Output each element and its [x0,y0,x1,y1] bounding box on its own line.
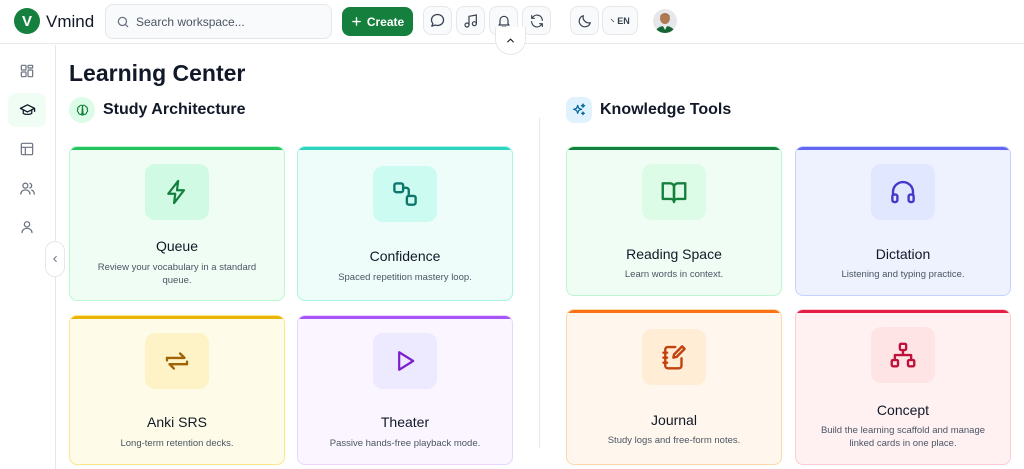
card-icon-tile [145,164,209,220]
headphones-icon [891,180,915,204]
refresh-icon [530,14,543,27]
graduation-cap-icon [19,103,35,115]
chat-icon [430,13,445,27]
card-title: Queue [155,238,199,254]
translate-icon [610,18,615,23]
card-description: Long-term retention decks. [120,438,234,449]
card-accent-bar [70,147,284,150]
card-description: Passive hands-free playback mode. [329,438,481,449]
card-title: Anki SRS [147,414,207,430]
chat-button[interactable] [423,6,452,35]
card-confidence[interactable]: Confidence Spaced repetition mastery loo… [297,146,513,301]
moon-icon [578,14,591,27]
sidebar-item-tables[interactable] [8,132,46,166]
card-anki-srs[interactable]: Anki SRS Long-term retention decks. [69,315,285,465]
search-icon [117,16,129,28]
card-icon-tile [871,327,935,383]
card-title: Confidence [369,248,441,264]
card-accent-bar [796,147,1010,150]
section-title-knowledge: Knowledge Tools [600,101,732,118]
brain-icon [76,104,88,116]
card-title: Concept [876,402,930,418]
card-title: Journal [651,412,697,428]
lightning-icon [167,179,186,205]
language-label: EN [617,15,630,26]
dashboard-icon [20,64,34,78]
user-icon [21,221,33,234]
chevron-left-icon [53,255,57,263]
section-header-study: Study Architecture [69,97,246,123]
card-description: Review your vocabulary in a standard que… [97,262,257,286]
section-icon-wrap [69,97,95,123]
theme-toggle-button[interactable] [570,6,599,35]
card-title: Theater [380,414,430,430]
card-icon-tile [642,164,706,220]
card-description: Study logs and free-form notes. [607,435,741,446]
sync-button[interactable] [522,6,551,35]
card-description: Listening and typing practice. [841,269,965,280]
card-icon-tile [871,164,935,220]
sidebar-item-community[interactable] [8,171,46,205]
section-icon-wrap [566,97,592,123]
card-journal[interactable]: Journal Study logs and free-form notes. [566,309,782,465]
section-header-knowledge: Knowledge Tools [566,97,731,123]
notebook-pen-icon [662,345,686,370]
card-reading-space[interactable]: Reading Space Learn words in context. [566,146,782,296]
section-title-study: Study Architecture [103,101,246,118]
sparkles-icon [573,103,586,116]
sidebar-collapse-button[interactable] [45,241,65,277]
card-accent-bar [567,310,781,313]
page-title: Learning Center [69,60,246,86]
card-theater[interactable]: Theater Passive hands-free playback mode… [297,315,513,465]
search-input[interactable] [136,11,321,33]
collapse-header-button[interactable] [495,27,526,55]
create-button[interactable]: Create [342,7,413,36]
app-name: Vmind [46,12,95,31]
card-icon-tile [373,333,437,389]
avatar[interactable] [653,9,677,33]
card-description: Build the learning scaffold and manage l… [820,425,986,449]
card-accent-bar [70,316,284,319]
card-icon-tile [642,329,706,385]
top-bar: V Vmind Create EN [0,0,1024,55]
users-icon [19,182,35,195]
logo-badge[interactable]: V [14,8,40,34]
music-button[interactable] [456,6,485,35]
card-concept[interactable]: Concept Build the learning scaffold and … [795,309,1011,465]
sitemap-icon [890,342,916,368]
card-dictation[interactable]: Dictation Listening and typing practice. [795,146,1011,296]
section-divider [539,118,540,448]
card-accent-bar [567,147,781,150]
open-book-icon [661,182,687,204]
search-box[interactable] [105,4,332,39]
sidebar-item-dashboard[interactable] [8,54,46,88]
sidebar-item-profile[interactable] [8,210,46,244]
music-icon [463,13,477,28]
play-icon [398,351,415,371]
card-description: Spaced repetition mastery loop. [338,272,472,283]
card-accent-bar [298,316,512,319]
chevron-up-icon [507,38,514,43]
swap-arrows-icon [165,352,189,370]
create-button-label: Create [366,14,405,29]
card-accent-bar [796,310,1010,313]
card-title: Dictation [875,246,931,262]
card-title: Reading Space [626,246,722,262]
card-accent-bar [298,147,512,150]
table-icon [20,142,34,156]
card-queue[interactable]: Queue Review your vocabulary in a standa… [69,146,285,301]
card-icon-tile [373,166,437,222]
copy-link-icon [393,182,417,206]
sidebar-item-learning[interactable] [8,93,46,127]
language-button[interactable]: EN [602,6,638,35]
card-description: Learn words in context. [624,269,724,280]
plus-icon [351,17,361,26]
card-icon-tile [145,333,209,389]
